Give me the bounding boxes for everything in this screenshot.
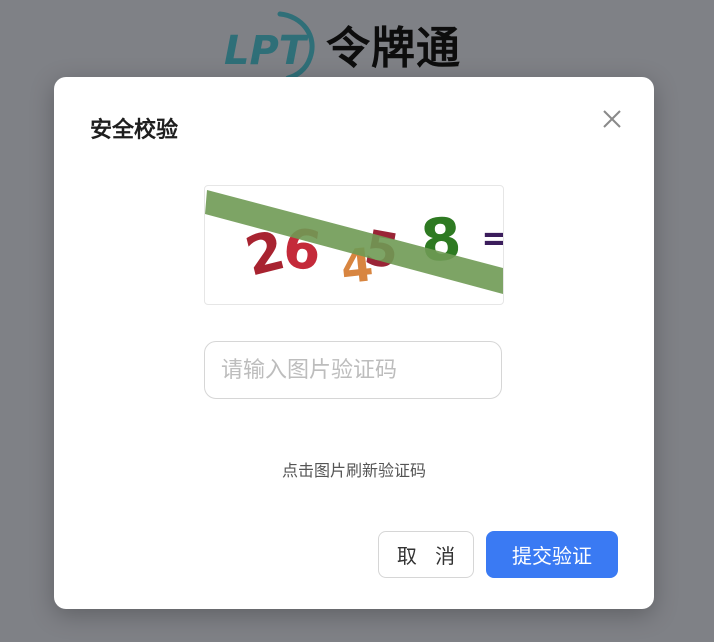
svg-text:LPT: LPT [224,28,309,74]
svg-text:=: = [481,218,503,259]
captcha-input[interactable] [204,341,502,399]
close-button[interactable] [598,105,626,133]
submit-verification-button[interactable]: 提交验证 [486,531,618,578]
captcha-image[interactable]: 2458 2 6 4 5 8 = [204,185,504,305]
brand-header: LPT 令牌通 [222,8,461,80]
cancel-button[interactable]: 取 消 [378,531,474,578]
security-verification-dialog: 安全校验 2458 2 6 4 5 8 = 点击图片刷新验证码 取 消 提交验证 [54,77,654,609]
lpt-logo: LPT [224,11,315,80]
brand-name: 令牌通 [326,23,461,74]
refresh-hint: 点击图片刷新验证码 [281,461,426,480]
dialog-title: 安全校验 [90,118,179,143]
close-icon [603,110,621,128]
